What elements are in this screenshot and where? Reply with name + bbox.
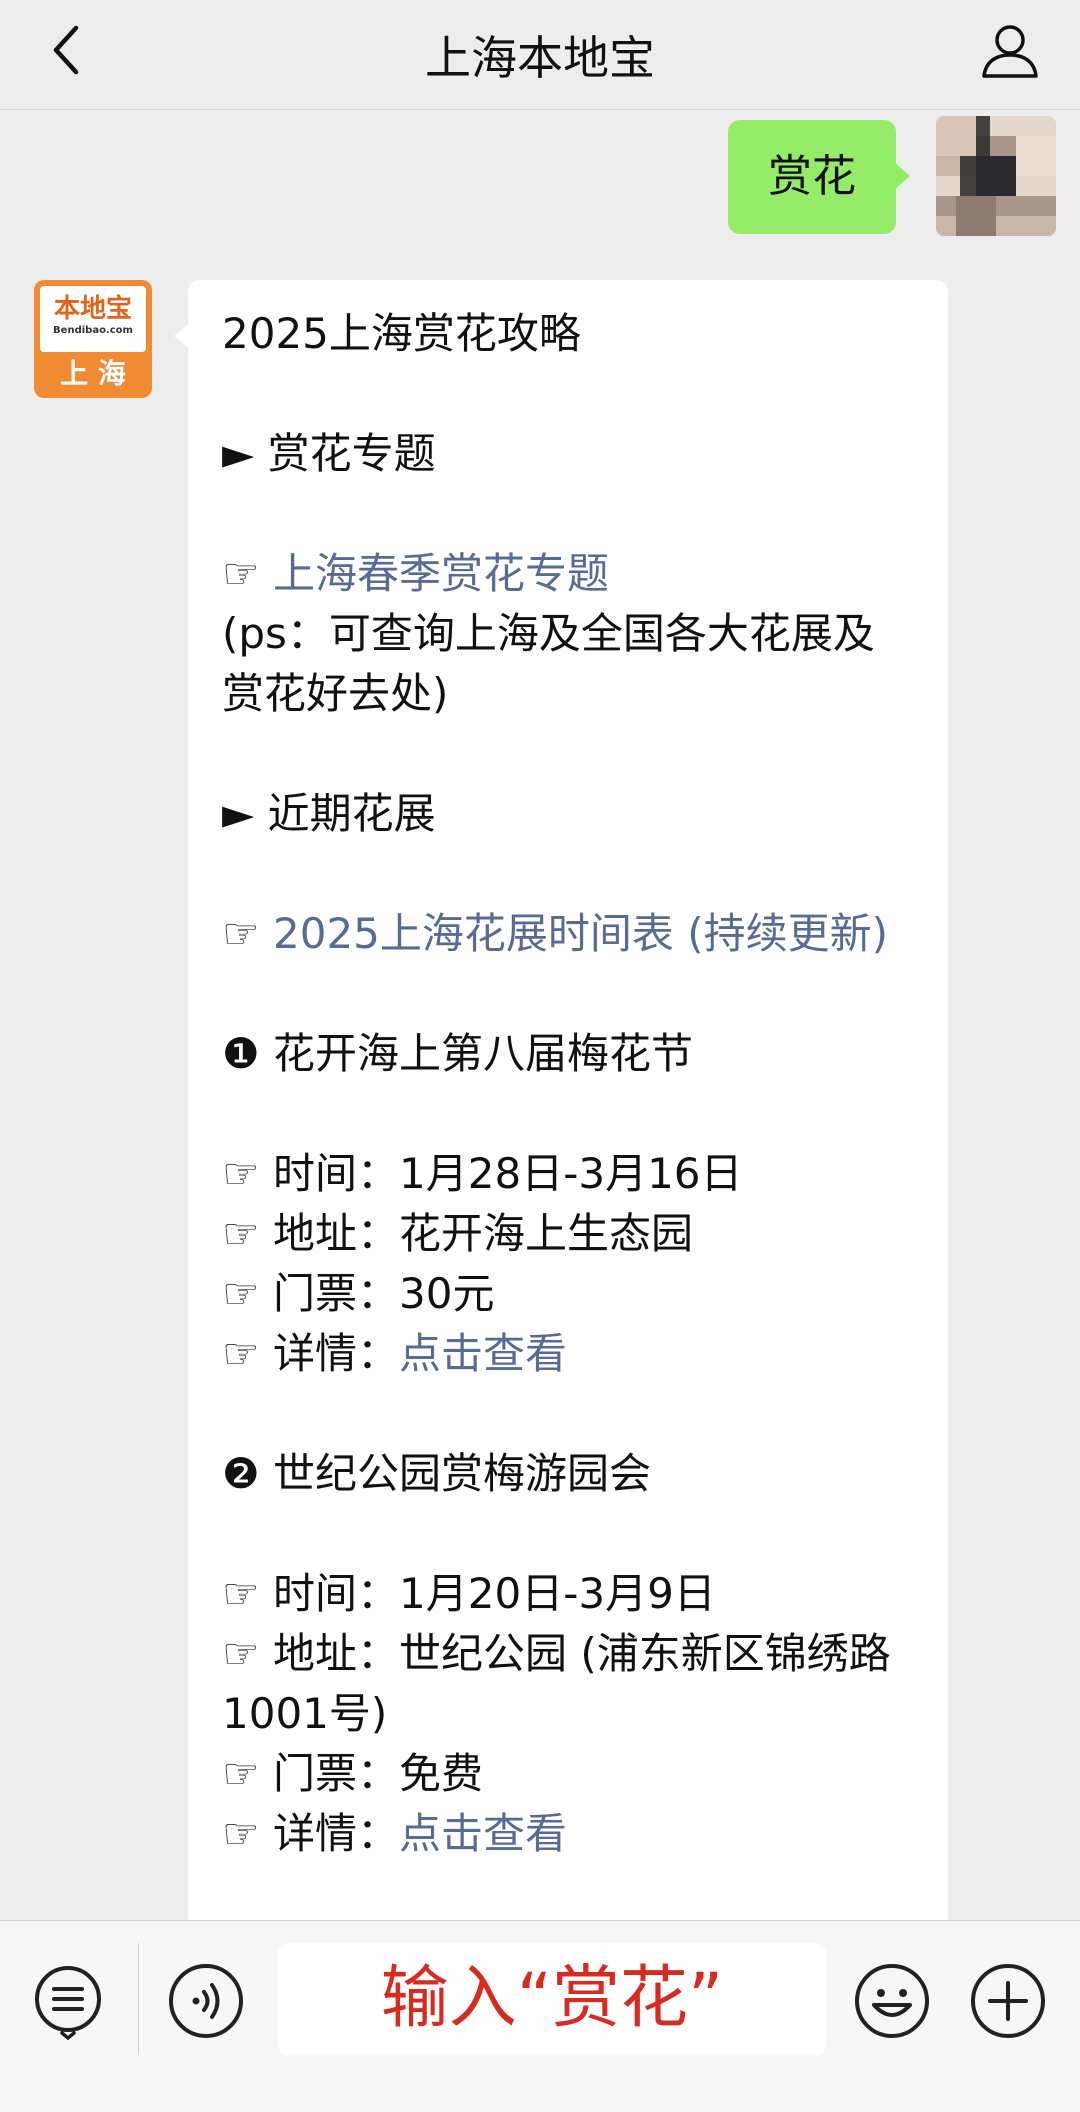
- topic-note: (ps：可查询上海及全国各大花展及赏花好去处): [222, 609, 875, 718]
- pointing-hand-icon: ☞: [222, 1209, 260, 1258]
- event-ticket: ☞ 门票：30元: [222, 1269, 495, 1318]
- input-toolbar: 输入“赏花”: [0, 1920, 1080, 2112]
- schedule-link[interactable]: 2025上海花展时间表 (持续更新): [273, 909, 888, 958]
- event-title: ❶ 花开海上第八届梅花节: [222, 1029, 694, 1078]
- detail-link[interactable]: 点击查看: [399, 1809, 567, 1858]
- event-ticket: ☞ 门票：免费: [222, 1749, 484, 1798]
- profile-button[interactable]: [978, 18, 1042, 82]
- user-message-bubble[interactable]: 赏花: [728, 120, 910, 234]
- event-time: ☞ 时间：1月20日-3月9日: [222, 1569, 716, 1618]
- section-heading-topic: ► 赏花专题: [222, 429, 436, 478]
- toolbar-divider: [138, 1943, 139, 2055]
- topic-link-line: ☞ 上海春季赏花专题: [222, 544, 914, 604]
- pointing-hand-icon: ☞: [222, 1149, 260, 1198]
- event-time: ☞ 时间：1月28日-3月16日: [222, 1149, 743, 1198]
- nav-header: 上海本地宝: [0, 0, 1080, 110]
- pointing-hand-icon: ☞: [222, 1749, 260, 1798]
- detail-link[interactable]: 点击查看: [399, 1329, 567, 1378]
- pointing-hand-icon: ☞: [222, 1569, 260, 1618]
- plus-icon: [971, 1964, 1045, 2038]
- more-button[interactable]: [968, 1961, 1048, 2041]
- user-avatar[interactable]: [936, 116, 1056, 236]
- topic-link[interactable]: 上海春季赏花专题: [273, 549, 609, 598]
- page-title: 上海本地宝: [425, 31, 655, 85]
- pointing-hand-icon: ☞: [222, 1269, 260, 1318]
- message-title: 2025上海赏花攻略: [222, 309, 581, 358]
- number-marker: ❶: [222, 1029, 260, 1078]
- smiley-icon: [855, 1964, 929, 2038]
- voice-icon: [169, 1964, 243, 2038]
- chat-area[interactable]: 赏花 本地宝 Bendibao.com 上 海 2025上海赏花攻略 ► 赏花专…: [0, 110, 1080, 1920]
- official-account-avatar[interactable]: 本地宝 Bendibao.com 上 海: [34, 280, 152, 398]
- message-input[interactable]: 输入“赏花”: [278, 1943, 826, 2055]
- pointing-hand-icon: ☞: [222, 549, 260, 598]
- schedule-link-line: ☞ 2025上海花展时间表 (持续更新): [222, 904, 914, 964]
- section-heading-exhibitions: ► 近期花展: [222, 789, 436, 838]
- event-title: ❷ 世纪公园赏梅游园会: [222, 1449, 652, 1498]
- event-address: ☞ 地址：花开海上生态园: [222, 1209, 694, 1258]
- person-icon: [982, 25, 1038, 78]
- user-message-row: 赏花: [636, 116, 1056, 236]
- event-address: ☞ 地址：世纪公园 (浦东新区锦绣路1001号): [222, 1629, 891, 1738]
- pointing-hand-icon: ☞: [222, 1629, 260, 1678]
- event-detail: ☞ 详情：点击查看: [222, 1329, 568, 1378]
- list-menu-icon: [35, 1966, 101, 2041]
- voice-button[interactable]: [166, 1961, 246, 2041]
- pointing-hand-icon: ☞: [222, 909, 260, 958]
- emoji-button[interactable]: [852, 1961, 932, 2041]
- bendibao-logo: 本地宝 Bendibao.com: [40, 286, 146, 352]
- pointing-hand-icon: ☞: [222, 1329, 260, 1378]
- bot-message-bubble: 2025上海赏花攻略 ► 赏花专题 ☞ 上海春季赏花专题 (ps：可查询上海及全…: [174, 280, 948, 1920]
- pointing-hand-icon: ☞: [222, 1809, 260, 1858]
- number-marker: ❷: [222, 1449, 260, 1498]
- event-detail: ☞ 详情：点击查看: [222, 1809, 568, 1858]
- menu-button[interactable]: [28, 1961, 108, 2041]
